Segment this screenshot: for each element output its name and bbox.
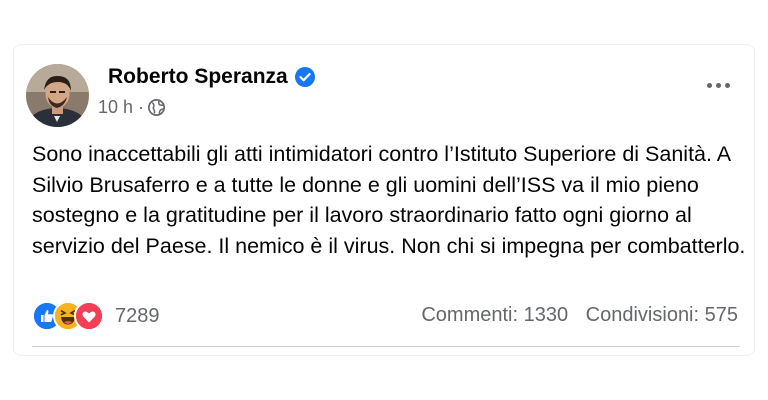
post-timestamp[interactable]: 10 h <box>98 97 133 118</box>
more-options-ellipsis-icon[interactable] <box>707 83 730 88</box>
post-text: Sono inaccettabili gli atti intimidatori… <box>32 142 746 258</box>
ellipsis-dot <box>725 83 730 88</box>
verified-badge-icon <box>294 67 315 87</box>
post-meta: 10 h · <box>98 97 166 118</box>
author-name-text[interactable]: Roberto Speranza <box>108 65 288 89</box>
comments-count[interactable]: Commenti: 1330 <box>421 304 568 326</box>
avatar[interactable] <box>26 64 89 127</box>
love-icon <box>74 301 104 331</box>
post-card: Roberto Speranza 10 h · Sono inaccettabi… <box>13 44 755 356</box>
reaction-icons <box>32 301 104 331</box>
shares-count[interactable]: Condivisioni: 575 <box>586 304 738 326</box>
page: Roberto Speranza 10 h · Sono inaccettabi… <box>0 0 768 400</box>
ellipsis-dot <box>716 83 721 88</box>
meta-separator: · <box>138 97 145 117</box>
ellipsis-dot <box>707 83 712 88</box>
author-name[interactable]: Roberto Speranza <box>108 65 315 89</box>
globe-icon[interactable] <box>148 99 166 116</box>
reaction-count[interactable]: 7289 <box>115 305 160 328</box>
engagement-stats: Commenti: 1330 Condivisioni: 575 <box>421 304 738 327</box>
reactions-summary[interactable]: 7289 <box>32 301 160 331</box>
divider <box>32 346 740 347</box>
avatar-image <box>26 64 89 127</box>
